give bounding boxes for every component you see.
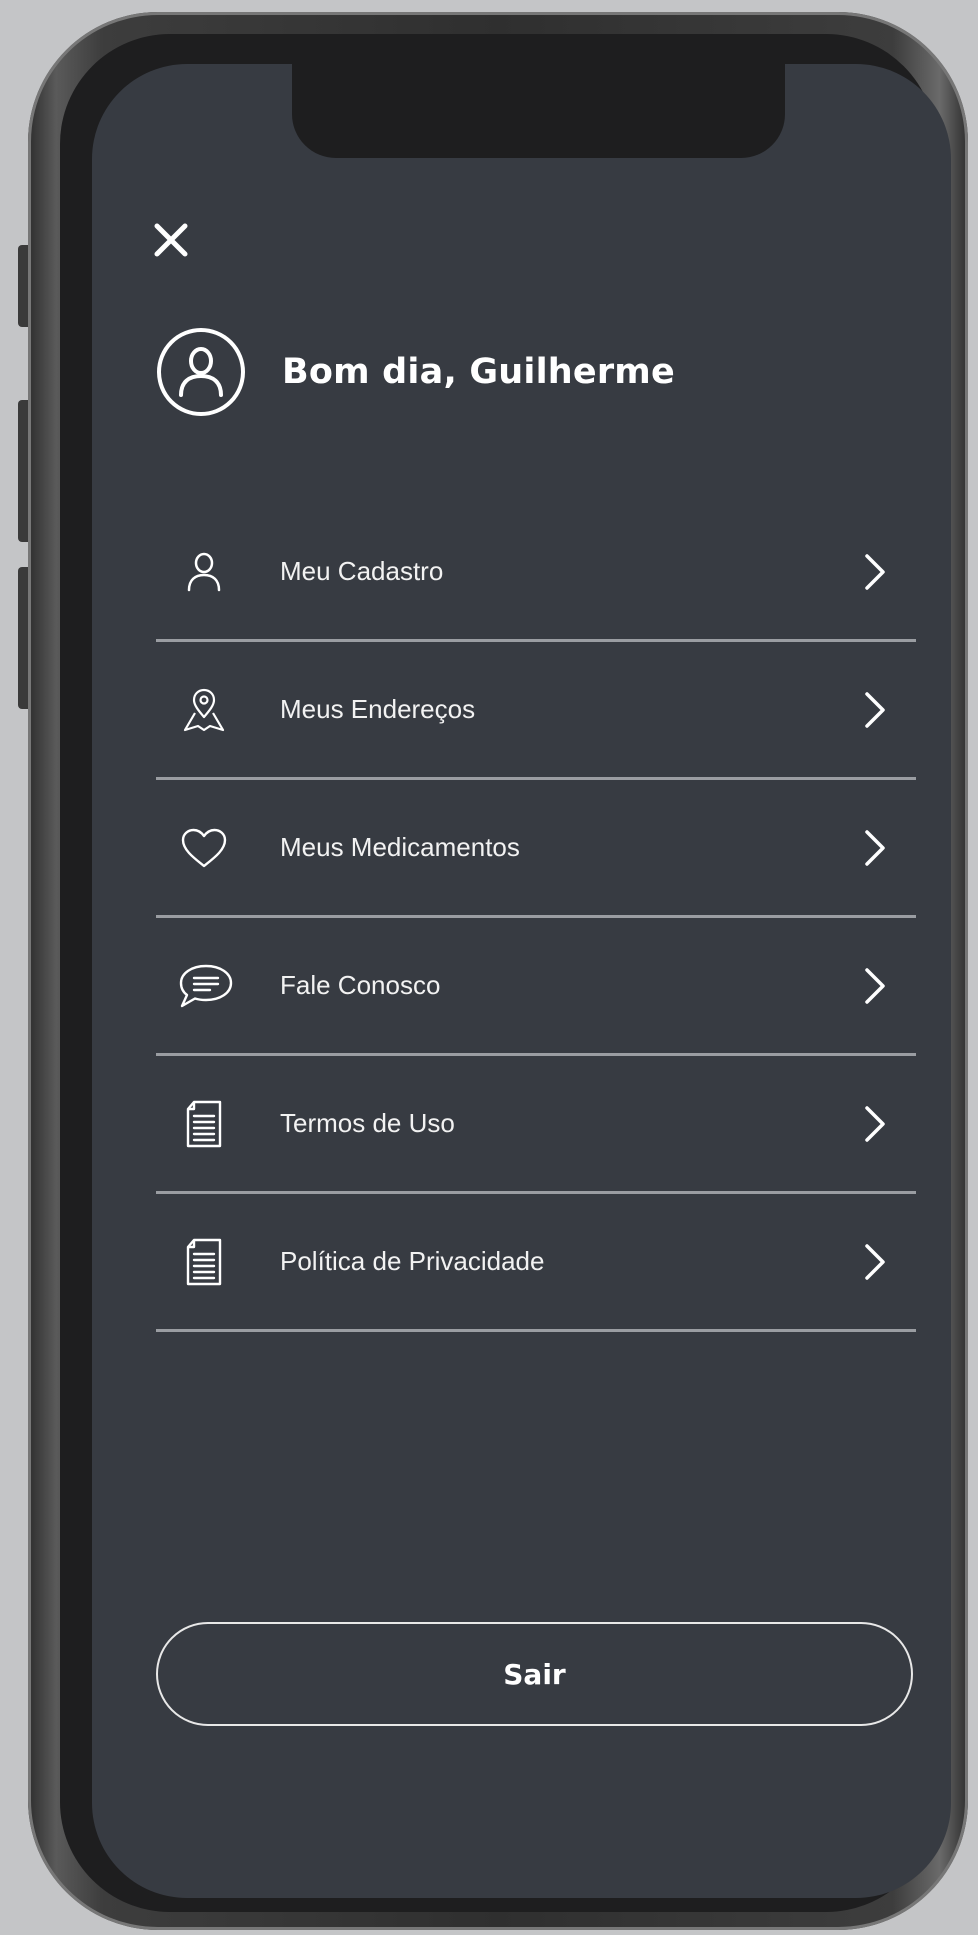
phone-notch [292, 64, 785, 158]
menu-list: Meu Cadastro Meus Endereços Meus Medicam… [156, 504, 916, 1332]
menu-item-termos-de-uso[interactable]: Termos de Uso [156, 1056, 916, 1194]
chevron-right-icon [865, 829, 885, 866]
chevron-right-icon [865, 691, 885, 728]
user-icon [174, 542, 234, 602]
document-icon [174, 1232, 234, 1292]
menu-item-politica-de-privacidade[interactable]: Política de Privacidade [156, 1194, 916, 1332]
greeting-text: Bom dia, Guilherme [282, 352, 675, 392]
chevron-right-icon [865, 967, 885, 1004]
chevron-right-icon [865, 553, 885, 590]
logout-button[interactable]: Sair [156, 1622, 913, 1726]
chevron-right-icon [865, 1243, 885, 1280]
user-circle-icon [157, 328, 245, 416]
menu-item-meus-enderecos[interactable]: Meus Endereços [156, 642, 916, 780]
close-icon [154, 223, 188, 257]
menu-item-fale-conosco[interactable]: Fale Conosco [156, 918, 916, 1056]
menu-item-meus-medicamentos[interactable]: Meus Medicamentos [156, 780, 916, 918]
heart-icon [174, 818, 234, 878]
menu-item-label: Meus Endereços [280, 694, 476, 724]
menu-item-meu-cadastro[interactable]: Meu Cadastro [156, 504, 916, 642]
greeting-header: Bom dia, Guilherme [156, 326, 675, 418]
chevron-right-icon [865, 1105, 885, 1142]
close-button[interactable] [151, 220, 191, 260]
app-screen: Bom dia, Guilherme Meu Cadastro Meus End… [92, 64, 951, 1898]
menu-item-label: Política de Privacidade [280, 1246, 545, 1276]
menu-item-label: Fale Conosco [280, 970, 441, 1000]
chat-bubble-icon [174, 956, 238, 1016]
menu-item-label: Meu Cadastro [280, 556, 444, 586]
menu-item-label: Meus Medicamentos [280, 832, 520, 862]
document-icon [174, 1094, 234, 1154]
map-pin-icon [174, 680, 234, 740]
menu-item-label: Termos de Uso [280, 1108, 455, 1138]
